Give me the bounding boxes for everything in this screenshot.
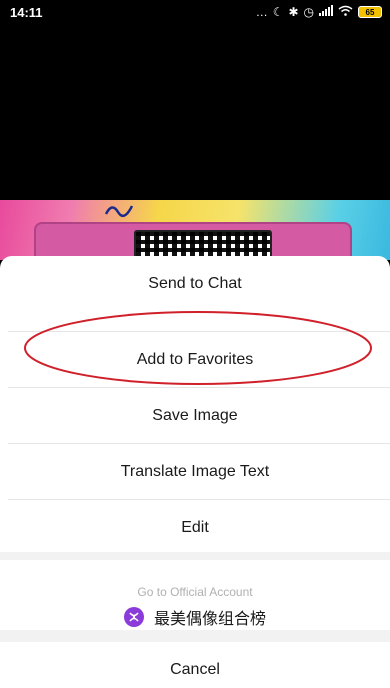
- moon-icon: ☾: [272, 5, 284, 19]
- signal-icon: [319, 5, 333, 19]
- action-sheet: Send to Chat Add to Favorites Save Image…: [0, 256, 390, 688]
- bluetooth-icon: ✱: [288, 5, 299, 19]
- official-account-row: 最美偶像组合榜: [0, 604, 390, 630]
- squiggle-decoration: [104, 205, 134, 218]
- status-bar: 14:11 … ☾ ✱ ◷ 65: [0, 0, 390, 24]
- edit-button[interactable]: Edit: [0, 500, 390, 556]
- section-gap: [0, 630, 390, 642]
- wifi-icon: [338, 5, 353, 19]
- more-dots-icon: …: [255, 5, 268, 19]
- battery-icon: 65: [358, 6, 382, 18]
- send-to-chat-button[interactable]: Send to Chat: [0, 256, 390, 312]
- status-icons: … ☾ ✱ ◷ 65: [256, 5, 382, 19]
- official-account-caption: Go to Official Account: [137, 585, 253, 599]
- official-account-name: 最美偶像组合榜: [153, 611, 266, 628]
- add-to-favorites-button[interactable]: Add to Favorites: [0, 332, 390, 388]
- status-time: 14:11: [10, 4, 43, 20]
- translate-image-text-button[interactable]: Translate Image Text: [0, 444, 390, 500]
- account-avatar-icon: [123, 607, 144, 627]
- poster-image: [0, 200, 390, 260]
- official-account-entry[interactable]: Go to Official Account 最美偶像组合榜: [0, 560, 390, 630]
- image-background: [0, 24, 390, 200]
- section-gap: [0, 552, 390, 560]
- save-image-button[interactable]: Save Image: [0, 388, 390, 444]
- alarm-icon: ◷: [303, 5, 314, 19]
- cancel-button[interactable]: Cancel: [0, 652, 390, 688]
